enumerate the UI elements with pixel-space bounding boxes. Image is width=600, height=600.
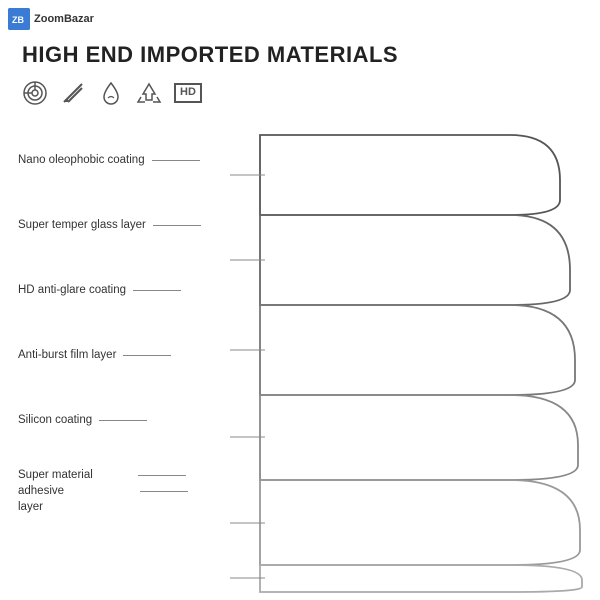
fingerprint-icon [22, 80, 48, 106]
layer-label-2: Super temper glass layer [18, 218, 146, 233]
logo-text: ZoomBazar [34, 13, 94, 25]
layer-label-4: Anti-burst film layer [18, 348, 116, 363]
svg-text:ZB: ZB [12, 15, 24, 25]
layers-diagram: Nano oleophobic coating Super temper gla… [0, 115, 600, 600]
layers-svg [230, 105, 600, 595]
layer-label-3: HD anti-glare coating [18, 283, 126, 298]
recycle-icon [136, 80, 162, 106]
material-icons-row: HD [22, 80, 202, 106]
layer-label-6: Super material adhesivelayer [18, 467, 133, 515]
layer-label-1: Nano oleophobic coating [18, 153, 145, 168]
layer-label-5: Silicon coating [18, 413, 92, 428]
logo-icon: ZB [8, 8, 30, 30]
main-container: ZB ZoomBazar HIGH END IMPORTED MATERIALS [0, 0, 600, 600]
page-title: HIGH END IMPORTED MATERIALS [22, 42, 398, 68]
logo: ZB ZoomBazar [8, 8, 94, 30]
hd-badge: HD [174, 83, 202, 102]
water-icon [98, 80, 124, 106]
scratch-icon [60, 80, 86, 106]
